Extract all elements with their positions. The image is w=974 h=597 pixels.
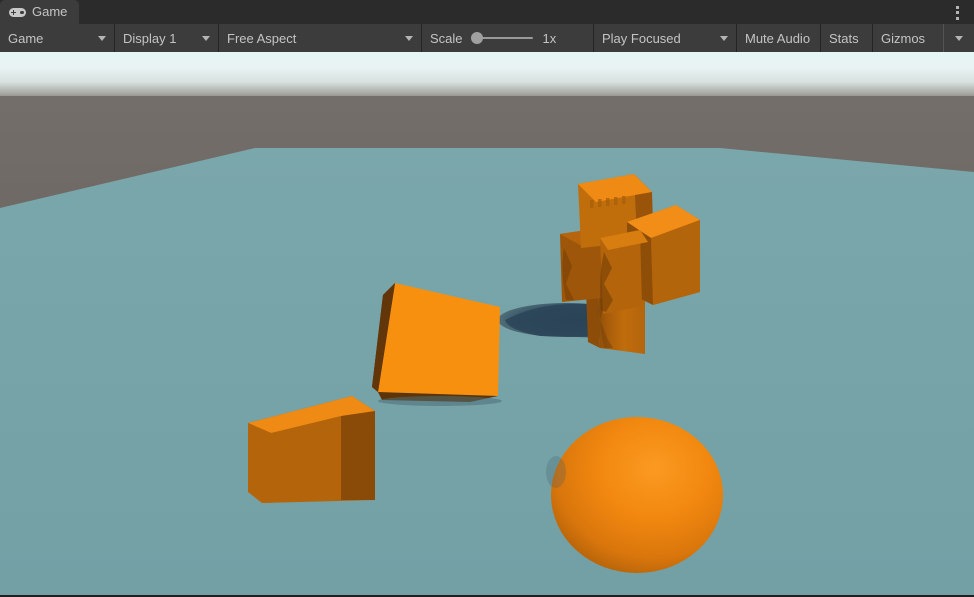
kebab-menu-icon[interactable] xyxy=(948,3,966,22)
aspect-ratio-dropdown[interactable]: Free Aspect xyxy=(219,24,422,52)
mute-audio-label: Mute Audio xyxy=(745,30,811,46)
view-selector-label: Game xyxy=(8,30,44,46)
tab-bar: Game xyxy=(0,0,974,24)
chevron-down-icon xyxy=(955,35,963,41)
scale-value: 1x xyxy=(542,30,557,46)
gizmos-button[interactable]: Gizmos xyxy=(873,24,943,52)
chevron-down-icon xyxy=(405,35,413,41)
game-scene xyxy=(0,52,974,595)
tab-game[interactable]: Game xyxy=(0,0,80,24)
sky xyxy=(0,52,974,100)
scale-control: Scale 1x xyxy=(422,24,594,52)
scale-slider[interactable] xyxy=(470,30,533,46)
gizmos-label: Gizmos xyxy=(881,30,926,46)
chevron-down-icon xyxy=(98,35,106,41)
scale-label: Scale xyxy=(430,30,463,46)
game-view-toolbar: Game Display 1 Free Aspect Scale 1x Play… xyxy=(0,24,974,52)
gamepad-icon xyxy=(9,7,26,18)
unity-game-window: Game Game Display 1 Free Aspect Scale 1x xyxy=(0,0,974,597)
chevron-down-icon xyxy=(202,35,210,41)
display-selector-dropdown[interactable]: Display 1 xyxy=(115,24,219,52)
play-mode-label: Play Focused xyxy=(602,30,681,46)
stats-button[interactable]: Stats xyxy=(821,24,873,52)
scale-slider-handle[interactable] xyxy=(470,32,483,44)
game-view-render[interactable] xyxy=(0,52,974,595)
cube-stack-middle-cube xyxy=(600,230,648,314)
view-selector-dropdown[interactable]: Game xyxy=(0,24,115,52)
gizmos-dropdown[interactable] xyxy=(943,24,974,52)
chevron-down-icon xyxy=(720,35,728,41)
play-mode-dropdown[interactable]: Play Focused xyxy=(594,24,737,52)
display-selector-label: Display 1 xyxy=(123,30,177,46)
tab-game-label: Game xyxy=(32,4,68,19)
mute-audio-button[interactable]: Mute Audio xyxy=(737,24,821,52)
stats-label: Stats xyxy=(829,30,859,46)
aspect-ratio-label: Free Aspect xyxy=(227,30,297,46)
